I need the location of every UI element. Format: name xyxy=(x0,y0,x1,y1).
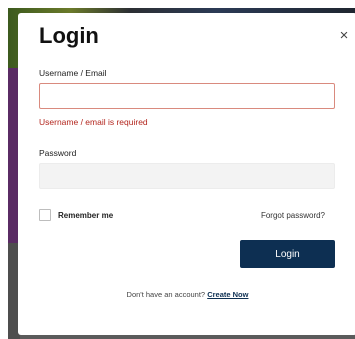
username-error-message: Username / email is required xyxy=(39,117,148,127)
remember-me-label: Remember me xyxy=(58,211,114,220)
login-button[interactable]: Login xyxy=(240,240,335,268)
password-label: Password xyxy=(39,148,77,158)
forgot-password-link[interactable]: Forgot password? xyxy=(261,211,325,220)
username-label: Username / Email xyxy=(39,68,107,78)
create-account-link[interactable]: Create Now xyxy=(207,290,248,299)
signup-prompt-text: Don't have an account? xyxy=(126,290,206,299)
login-modal: Login × Username / Email Username / emai… xyxy=(18,13,355,335)
modal-title: Login xyxy=(39,23,99,48)
signup-prompt: Don't have an account? Create Now xyxy=(18,290,355,299)
close-icon[interactable]: × xyxy=(335,27,353,45)
password-input[interactable] xyxy=(39,163,335,189)
remember-me-checkbox[interactable] xyxy=(39,209,51,221)
username-input[interactable] xyxy=(39,83,335,109)
